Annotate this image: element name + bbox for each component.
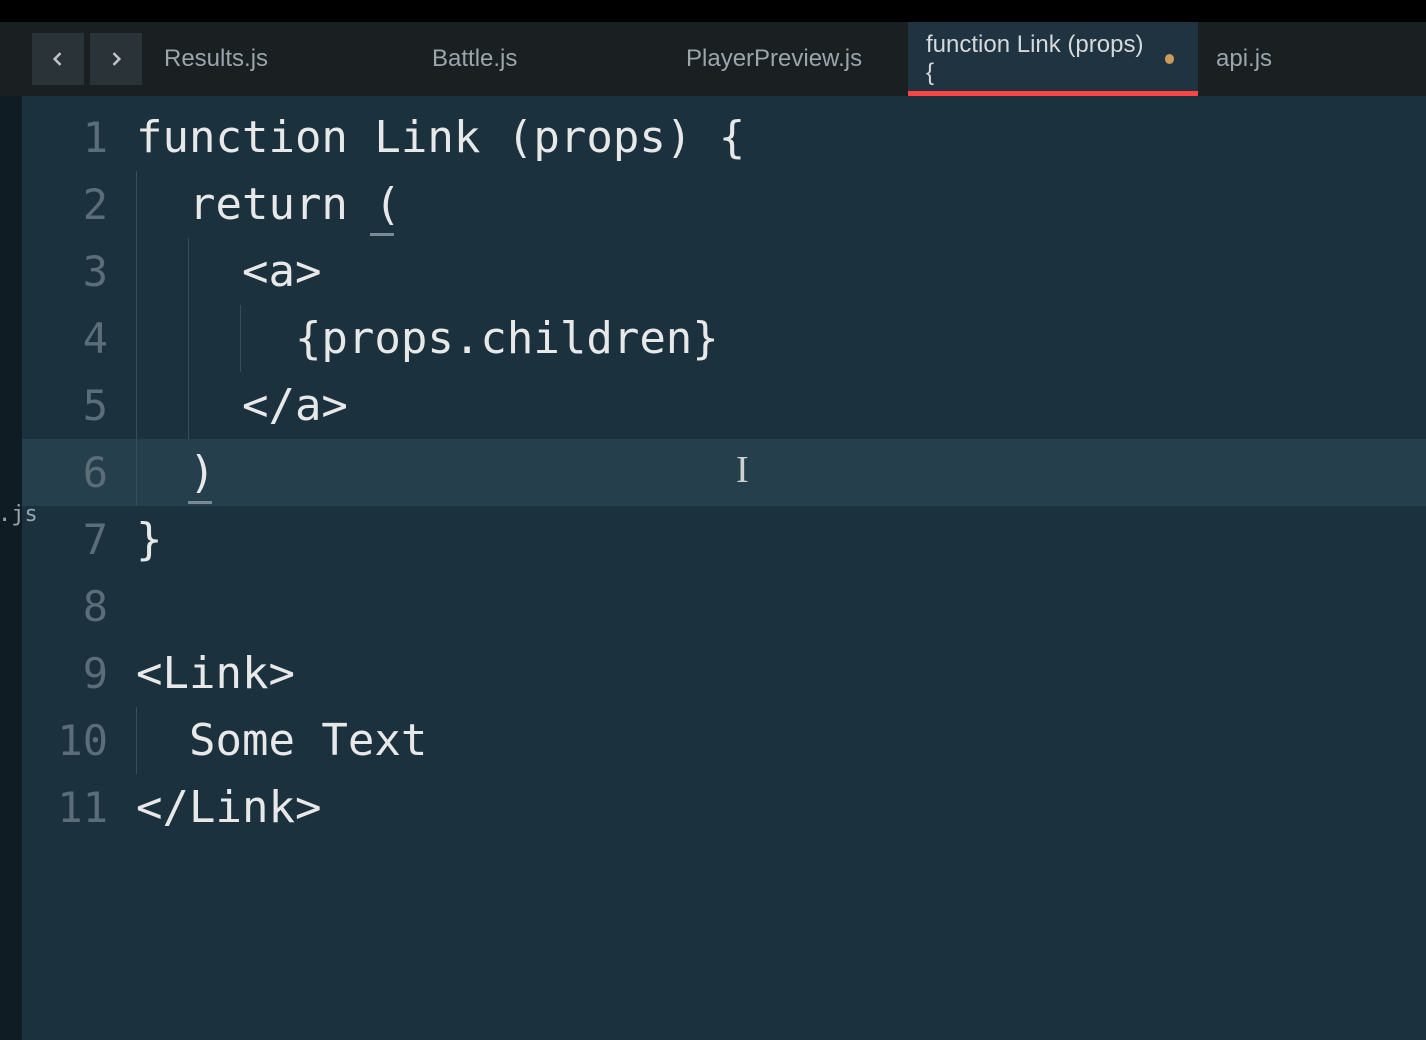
tab-active[interactable]: function Link (props) { [908, 22, 1198, 96]
line-number-current[interactable]: 6 [22, 439, 126, 506]
line-number[interactable]: 2 [22, 171, 126, 238]
line-number[interactable]: 11 [22, 774, 126, 841]
title-bar [0, 0, 1426, 22]
code-line[interactable]: } [126, 506, 1426, 573]
forward-button[interactable] [90, 33, 142, 85]
cursor-underline [370, 233, 394, 236]
unsaved-dot-icon [1165, 54, 1174, 64]
tab-active-label: function Link (props) { [926, 31, 1145, 87]
code-line[interactable]: Some Text [126, 707, 1426, 774]
tabs-container: Results.js Battle.js PlayerPreview.js fu… [150, 22, 1426, 96]
cursor-underline [188, 501, 212, 504]
line-number[interactable]: 8 [22, 573, 126, 640]
gutter[interactable]: 1 2 3 4 5 6 7 8 9 10 11 [22, 96, 126, 1040]
chevron-left-icon [48, 49, 68, 69]
code-line[interactable]: function Link (props) { [126, 104, 1426, 171]
editor-container: Results.js Battle.js PlayerPreview.js fu… [0, 0, 1426, 1040]
text-cursor-icon: I [736, 448, 749, 492]
tab-results[interactable]: Results.js [150, 22, 402, 96]
code-line[interactable]: return ( [126, 171, 1426, 238]
line-number[interactable]: 10 [22, 707, 126, 774]
back-button[interactable] [32, 33, 84, 85]
code-area[interactable]: function Link (props) { return ( <a> {pr… [126, 96, 1426, 1040]
code-line[interactable]: <Link> [126, 640, 1426, 707]
code-line[interactable]: </Link> [126, 774, 1426, 841]
line-number[interactable]: 7 [22, 506, 126, 573]
code-line[interactable]: {props.children} [126, 305, 1426, 372]
tab-bar: Results.js Battle.js PlayerPreview.js fu… [0, 22, 1426, 96]
line-number[interactable]: 9 [22, 640, 126, 707]
nav-buttons [0, 22, 150, 96]
code-line[interactable]: <a> [126, 238, 1426, 305]
line-number[interactable]: 4 [22, 305, 126, 372]
line-number[interactable]: 1 [22, 104, 126, 171]
chevron-right-icon [106, 49, 126, 69]
code-line[interactable]: </a> [126, 372, 1426, 439]
editor-area: .js 1 2 3 4 5 6 7 8 9 10 11 function Lin… [0, 96, 1426, 1040]
tab-api[interactable]: api.js [1198, 22, 1426, 96]
line-number[interactable]: 3 [22, 238, 126, 305]
line-number[interactable]: 5 [22, 372, 126, 439]
code-line-current[interactable]: ) [126, 439, 1426, 506]
tab-battle[interactable]: Battle.js [402, 22, 656, 96]
tab-playerpreview[interactable]: PlayerPreview.js [656, 22, 908, 96]
code-line[interactable] [126, 573, 1426, 640]
sidebar-left: .js [0, 96, 22, 1040]
